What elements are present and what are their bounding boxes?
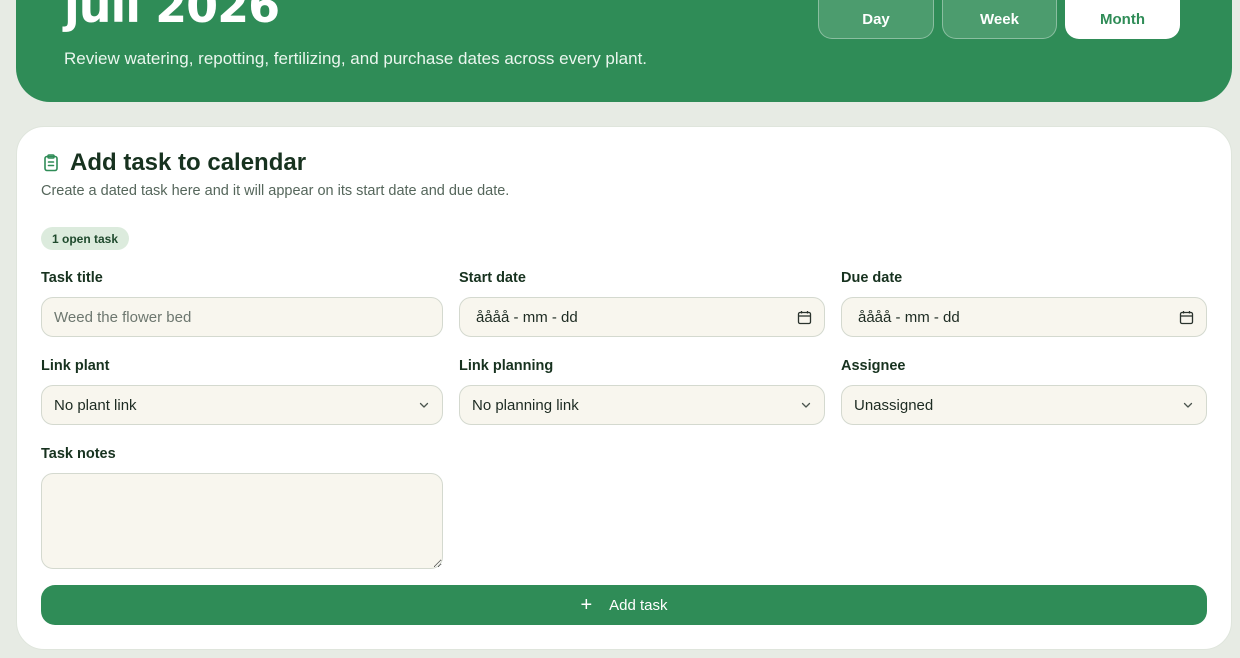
start-date-value: åååå - mm - dd bbox=[476, 308, 578, 326]
task-notes-textarea[interactable] bbox=[41, 473, 443, 569]
chevron-down-icon bbox=[800, 399, 812, 411]
view-day-button[interactable]: Day bbox=[818, 0, 934, 39]
assignee-label: Assignee bbox=[841, 358, 906, 374]
assignee-value: Unassigned bbox=[854, 396, 934, 414]
card-description: Create a dated task here and it will app… bbox=[41, 183, 510, 199]
link-plant-value: No plant link bbox=[54, 396, 137, 414]
page-subtitle: Review watering, repotting, fertilizing,… bbox=[64, 49, 648, 68]
open-task-badge: 1 open task bbox=[41, 227, 130, 250]
link-planning-label: Link planning bbox=[459, 358, 554, 374]
card-title: Add task to calendar bbox=[70, 149, 307, 176]
add-task-button[interactable]: + Add task bbox=[41, 585, 1207, 625]
page-title: juli 2026 bbox=[64, 0, 280, 33]
due-date-value: åååå - mm - dd bbox=[858, 308, 960, 326]
calendar-icon[interactable] bbox=[797, 310, 812, 325]
add-task-label: Add task bbox=[609, 596, 668, 614]
start-date-label: Start date bbox=[459, 270, 526, 286]
chevron-down-icon bbox=[418, 399, 430, 411]
link-planning-value: No planning link bbox=[472, 396, 579, 414]
plus-icon: + bbox=[580, 594, 593, 616]
due-date-label: Due date bbox=[841, 270, 903, 286]
task-title-label: Task title bbox=[41, 270, 103, 286]
task-notes-label: Task notes bbox=[41, 446, 116, 462]
clipboard-icon bbox=[41, 153, 61, 173]
view-month-button[interactable]: Month bbox=[1065, 0, 1180, 39]
add-task-card: Add task to calendar Create a dated task… bbox=[16, 126, 1232, 650]
start-date-input[interactable]: åååå - mm - dd bbox=[459, 297, 825, 337]
view-week-button[interactable]: Week bbox=[942, 0, 1057, 39]
calendar-icon[interactable] bbox=[1179, 310, 1194, 325]
task-title-input[interactable] bbox=[41, 297, 443, 337]
chevron-down-icon bbox=[1182, 399, 1194, 411]
calendar-header: juli 2026 Review watering, repotting, fe… bbox=[16, 0, 1232, 102]
card-header: Add task to calendar bbox=[41, 149, 306, 177]
link-plant-select[interactable]: No plant link bbox=[41, 385, 443, 425]
due-date-input[interactable]: åååå - mm - dd bbox=[841, 297, 1207, 337]
link-plant-label: Link plant bbox=[41, 358, 110, 374]
link-planning-select[interactable]: No planning link bbox=[459, 385, 825, 425]
assignee-select[interactable]: Unassigned bbox=[841, 385, 1207, 425]
